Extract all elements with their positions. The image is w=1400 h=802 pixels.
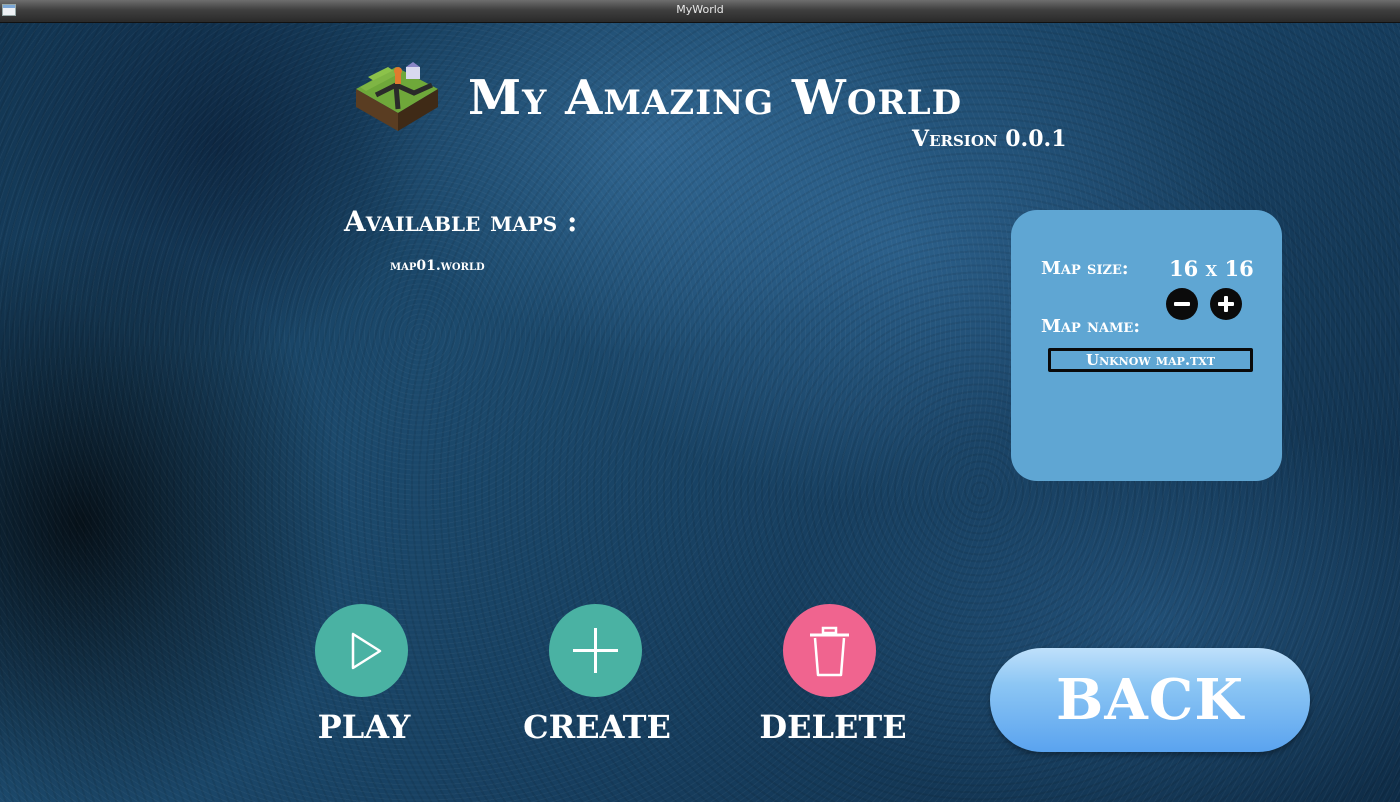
play-triangle-icon — [351, 632, 382, 670]
window-title: MyWorld — [676, 3, 724, 16]
map-name-label: Map name: — [1041, 316, 1140, 337]
play-button[interactable] — [315, 604, 408, 697]
isometric-terrain-tile-icon — [356, 62, 438, 131]
map-size-value: 16 x 16 — [1169, 256, 1254, 281]
trash-can-icon — [810, 626, 849, 677]
play-label[interactable]: PLAY — [264, 708, 464, 746]
map-size-label: Map size: — [1041, 258, 1129, 279]
create-label[interactable]: CREATE — [497, 708, 697, 746]
version-label: Version 0.0.1 — [912, 126, 1067, 152]
plus-icon — [573, 628, 618, 673]
back-button[interactable]: BACK — [990, 648, 1310, 752]
map-settings-panel: Map size: 16 x 16 Map name: — [1011, 210, 1282, 481]
create-button[interactable] — [549, 604, 642, 697]
map-list-item[interactable]: map01.world — [390, 258, 485, 274]
delete-button[interactable] — [783, 604, 876, 697]
available-maps-heading: Available maps : — [344, 205, 578, 238]
app-title: My Amazing World — [468, 70, 963, 126]
window-title-bar: MyWorld — [0, 0, 1400, 23]
map-name-input[interactable] — [1048, 348, 1253, 372]
decrease-size-button[interactable] — [1166, 288, 1198, 320]
delete-label[interactable]: DELETE — [733, 708, 933, 746]
increase-size-button[interactable] — [1210, 288, 1242, 320]
